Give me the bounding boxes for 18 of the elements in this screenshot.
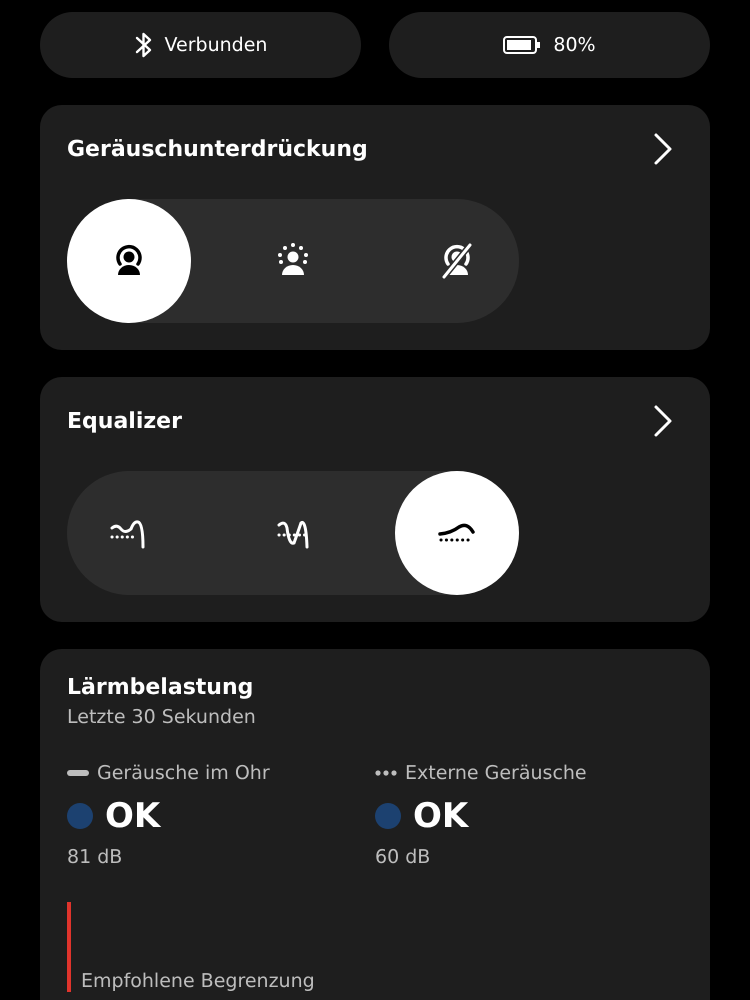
status-text: OK (105, 796, 160, 836)
chevron-right-icon[interactable] (653, 404, 673, 438)
legend-line-icon (375, 770, 397, 776)
bluetooth-icon (134, 31, 153, 59)
decibel-value: 60 dB (375, 846, 432, 868)
legend-label: Externe Geräusche (405, 762, 587, 784)
decibel-value: 81 dB (67, 846, 124, 868)
chevron-right-icon[interactable] (653, 132, 673, 166)
card-title: Geräuschunterdrückung (67, 136, 368, 162)
card-title: Equalizer (67, 408, 182, 434)
status-label: Verbunden (164, 34, 268, 56)
status-text: OK (413, 796, 468, 836)
card-title: Lärmbelastung (67, 675, 254, 700)
limit-label: Empfohlene Begrenzung (81, 970, 315, 992)
status-label: 80% (553, 34, 596, 56)
battery-icon (503, 36, 542, 54)
legend-label: Geräusche im Ohr (97, 762, 270, 784)
card-subtitle: Letzte 30 Sekunden (67, 706, 257, 728)
